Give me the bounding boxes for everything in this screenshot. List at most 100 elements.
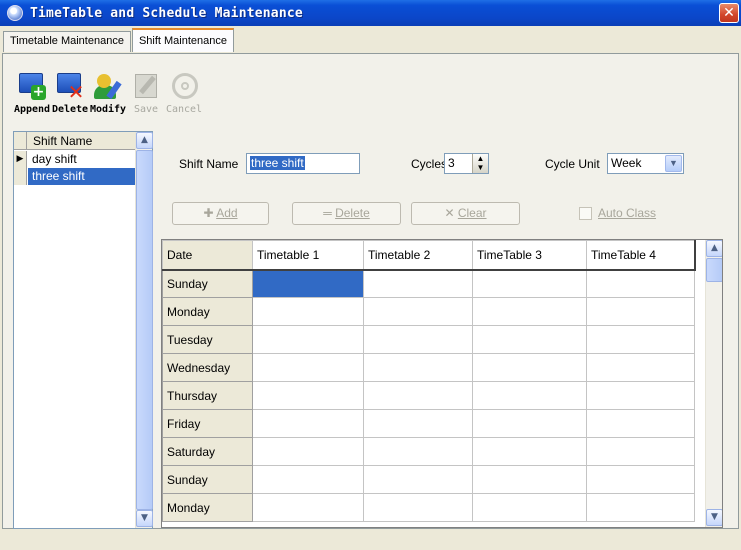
table-cell[interactable] [586,493,695,522]
cycle-unit-select[interactable]: Week ▼ [607,153,684,174]
table-row: Sunday [162,269,695,298]
chevron-down-icon[interactable]: ▼ [665,155,682,172]
delete-row-button[interactable]: ═ Delete [292,202,401,225]
table-cell[interactable] [586,353,695,382]
table-cell[interactable] [252,493,364,522]
date-cell: Sunday [162,269,253,298]
table-cell[interactable] [252,437,364,466]
table-cell[interactable] [363,465,473,494]
table-cell[interactable] [363,493,473,522]
delete-row-label: Delete [335,206,370,220]
clear-label: Clear [457,206,487,220]
table-cell[interactable] [586,297,695,326]
scroll-thumb[interactable] [136,150,153,510]
table-row: Sunday [162,465,695,494]
append-button[interactable]: + Append [13,71,51,127]
auto-class-checkbox[interactable] [579,207,592,220]
list-item[interactable]: ▶ day shift [14,151,135,168]
scroll-down-icon[interactable]: ▼ [136,510,153,527]
table-cell[interactable] [252,325,364,354]
grid-scrollbar[interactable]: ▲ ▼ [705,240,722,527]
column-header-timetable-1[interactable]: Timetable 1 [252,240,364,271]
table-cell[interactable] [472,437,587,466]
column-header-timetable-3[interactable]: TimeTable 3 [472,240,587,271]
close-button[interactable]: ✕ [719,3,739,23]
scroll-thumb[interactable] [706,258,722,282]
table-row: Thursday [162,381,695,410]
table-cell[interactable] [363,297,473,326]
table-cell[interactable] [363,353,473,382]
table-row: Saturday [162,437,695,466]
table-cell[interactable] [586,325,695,354]
modify-button[interactable]: Modify [89,71,127,127]
table-cell[interactable] [363,437,473,466]
list-item[interactable]: three shift [14,168,135,185]
scroll-up-icon[interactable]: ▲ [136,132,153,149]
table-cell[interactable] [586,381,695,410]
table-cell[interactable] [252,465,364,494]
shift-list-scrollbar[interactable]: ▲ ▼ [135,132,153,528]
table-cell[interactable] [252,353,364,382]
table-cell[interactable] [586,437,695,466]
date-cell: Friday [162,409,253,438]
table-cell[interactable] [252,297,364,326]
cycles-value: 3 [448,156,455,170]
table-cell[interactable] [252,409,364,438]
shift-name-label: Shift Name [179,157,239,171]
cycles-label: Cycles [411,157,448,171]
table-cell[interactable] [363,409,473,438]
table-cell[interactable] [586,269,695,298]
cycles-stepper[interactable]: 3 ▲ ▼ [444,153,489,174]
delete-label: Delete [51,104,89,115]
scroll-down-icon[interactable]: ▼ [706,509,722,526]
table-row: Wednesday [162,353,695,382]
add-button[interactable]: ✚ Add [172,202,269,225]
save-icon [131,71,161,101]
cancel-button[interactable]: Cancel [165,71,203,127]
table-cell[interactable] [363,381,473,410]
spin-updown-icon[interactable]: ▲ ▼ [472,154,488,173]
table-cell[interactable] [252,381,364,410]
table-cell[interactable] [472,409,587,438]
table-cell[interactable] [472,297,587,326]
table-cell[interactable] [363,325,473,354]
cycle-unit-label: Cycle Unit [545,157,600,171]
table-row: Tuesday [162,325,695,354]
shift-name-field[interactable]: three shift [246,153,360,174]
tab-shift-maintenance[interactable]: Shift Maintenance [131,28,234,52]
toolbar: + Append ✕ Delete Modify Save Cancel [13,71,203,127]
column-header-timetable-2[interactable]: Timetable 2 [363,240,473,271]
table-cell[interactable] [472,325,587,354]
table-cell[interactable] [472,465,587,494]
shift-name-value: three shift [250,156,305,170]
cycle-unit-value: Week [611,156,642,170]
date-cell: Tuesday [162,325,253,354]
status-area [0,530,741,550]
current-row-indicator-icon: ▶ [14,151,27,168]
scroll-up-icon[interactable]: ▲ [706,240,722,257]
table-row: Friday [162,409,695,438]
clear-x-icon: ✕ [444,206,458,220]
cancel-label: Cancel [165,104,203,115]
table-cell[interactable] [252,269,364,298]
date-cell: Monday [162,297,253,326]
timetable-grid: Date Timetable 1 Timetable 2 TimeTable 3… [161,239,723,528]
delete-button[interactable]: ✕ Delete [51,71,89,127]
table-cell[interactable] [472,381,587,410]
tab-timetable-maintenance[interactable]: Timetable Maintenance [3,31,131,52]
table-cell[interactable] [472,353,587,382]
save-button[interactable]: Save [127,71,165,127]
modify-icon [93,71,123,101]
column-header-timetable-4[interactable]: TimeTable 4 [586,240,696,271]
column-header-date[interactable]: Date [162,240,253,271]
table-cell[interactable] [586,465,695,494]
date-cell: Wednesday [162,353,253,382]
add-label: Add [216,206,238,220]
clear-button[interactable]: ✕ Clear [411,202,520,225]
table-cell[interactable] [472,493,587,522]
table-cell[interactable] [586,409,695,438]
date-cell: Saturday [162,437,253,466]
table-cell[interactable] [472,269,587,298]
table-cell[interactable] [363,269,473,298]
shift-list: Shift Name ▶ day shift three shift ▲ ▼ [13,131,153,529]
